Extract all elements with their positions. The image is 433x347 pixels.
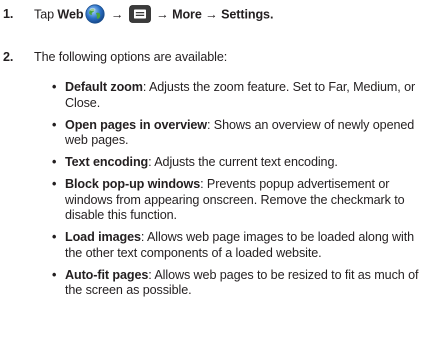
option-auto-fit-pages: • Auto-fit pages: Allows web pages to be … [52, 268, 427, 299]
bullet: • [52, 267, 57, 282]
option-name: Text encoding [65, 155, 149, 169]
bullet: • [52, 177, 57, 191]
arrow-3: → [201, 7, 222, 22]
option-text-encoding: • Text encoding: Adjusts the current text… [52, 155, 427, 171]
option-block-pop-up-windows: • Block pop-up windows: Prevents popup ad… [52, 177, 427, 224]
option-name: Default zoom [65, 80, 143, 94]
option-name: Auto-fit pages [65, 267, 149, 282]
arrow-1: → [107, 7, 127, 22]
step-number: 2. [3, 50, 14, 64]
step-1-text: Tap Web → → More → Settings. [34, 4, 274, 25]
arrow-2: → [152, 7, 173, 22]
option-name: Open pages in overview [65, 117, 207, 132]
step-prefix: Tap [34, 7, 58, 22]
bullet: • [52, 230, 57, 244]
step-1-period: . [269, 7, 274, 22]
web-label: Web [57, 7, 84, 22]
more-label: More [172, 7, 202, 22]
options-list: • Default zoom: Adjusts the zoom feature.… [52, 80, 427, 305]
option-name: Load images [65, 230, 141, 244]
step-number: 1. [3, 7, 14, 21]
settings-label: Settings [221, 7, 270, 22]
option-open-pages-in-overview: • Open pages in overview: Shows an overvi… [52, 118, 427, 149]
menu-key-icon [128, 5, 151, 23]
step-2-text: The following options are available: [34, 50, 228, 64]
option-name: Block pop-up windows [65, 177, 201, 191]
bullet: • [52, 155, 57, 169]
option-description: : Adjusts the current text encoding. [148, 155, 338, 169]
bullet: • [52, 117, 57, 132]
option-default-zoom: • Default zoom: Adjusts the zoom feature.… [52, 80, 427, 111]
bullet: • [52, 80, 57, 94]
web-globe-icon [85, 4, 106, 24]
option-load-images: • Load images: Allows web page images to … [52, 230, 427, 261]
